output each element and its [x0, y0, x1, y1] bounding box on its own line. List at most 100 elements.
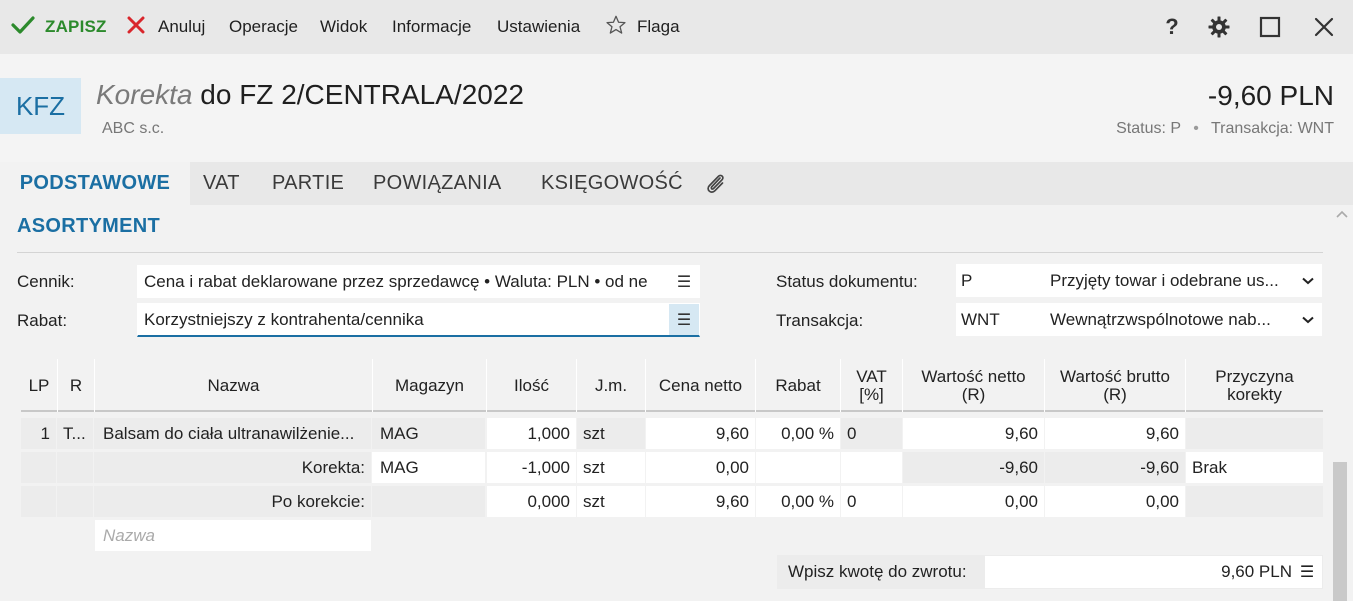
cell-lp [21, 486, 56, 517]
cell-ilosc[interactable]: -1,000 [487, 452, 576, 483]
close-icon[interactable] [1309, 0, 1339, 54]
cell-ilosc[interactable]: 1,000 [487, 418, 576, 449]
gear-icon[interactable] [1204, 0, 1234, 54]
cell-vat[interactable] [841, 452, 902, 483]
paperclip-icon[interactable] [703, 162, 729, 205]
grid-header: LP R Nazwa Magazyn Ilość J.m. Cena netto… [21, 359, 1323, 412]
cell-jm[interactable]: szt [577, 452, 645, 483]
cell-wartosc-brutto: -9,60 [1045, 452, 1185, 483]
column-header-jm[interactable]: J.m. [576, 359, 645, 412]
cell-ilosc[interactable]: 0,000 [487, 486, 576, 517]
cancel-button[interactable]: Anuluj [126, 0, 205, 54]
separator-dot: • [1193, 120, 1199, 137]
cell-przyczyna[interactable]: Brak [1186, 452, 1323, 483]
status-dokumentu-select[interactable]: P Przyjęty towar i odebrane us... [956, 264, 1322, 297]
cell-jm[interactable]: szt [577, 486, 645, 517]
column-header-cena-netto[interactable]: Cena netto [645, 359, 755, 412]
chevron-up-icon[interactable] [1335, 206, 1349, 222]
cell-wartosc-brutto[interactable]: 0,00 [1045, 486, 1185, 517]
refund-amount-row: Wpisz kwotę do zwrotu: 9,60 PLN ☰ [777, 555, 1323, 589]
cennik-field[interactable]: Cena i rabat deklarowane przez sprzedawc… [137, 265, 700, 298]
tab-powiazania[interactable]: POWIĄZANIA [373, 162, 502, 205]
hamburger-icon[interactable]: ☰ [669, 304, 699, 335]
tab-ksiegowosc[interactable]: KSIĘGOWOŚĆ [541, 162, 683, 205]
cell-wartosc-brutto[interactable]: 9,60 [1045, 418, 1185, 449]
document-amount: -9,60 PLN [1207, 80, 1334, 111]
column-header-lp[interactable]: LP [21, 359, 57, 412]
cell-wartosc-netto: -9,60 [903, 452, 1044, 483]
rabat-field[interactable]: Korzystniejszy z kontrahenta/cennika ☰ [137, 303, 700, 337]
transakcja-code: WNT [961, 309, 1000, 329]
column-header-nazwa[interactable]: Nazwa [94, 359, 372, 412]
cancel-label: Anuluj [158, 17, 206, 36]
refund-label: Wpisz kwotę do zwrotu: [788, 562, 967, 581]
settings-menu[interactable]: Ustawienia [497, 0, 580, 54]
cell-wartosc-netto[interactable]: 9,60 [903, 418, 1044, 449]
tab-vat[interactable]: VAT [203, 162, 240, 205]
document-kind: Korekta [96, 79, 193, 110]
cell-nazwa: Po korekcie: [94, 486, 371, 517]
table-row[interactable]: Po korekcie: 0,000 szt 9,60 0,00 % 0 0,0… [21, 485, 1323, 518]
column-header-wartosc-brutto-line1: Wartość brutto [1060, 366, 1170, 386]
column-header-r[interactable]: R [57, 359, 94, 412]
checkmark-icon [11, 15, 35, 40]
column-header-wartosc-brutto-line2: (R) [1103, 384, 1127, 404]
hamburger-icon[interactable]: ☰ [669, 266, 699, 297]
rabat-label: Rabat: [17, 311, 68, 330]
column-header-przyczyna-line1: Przyczyna [1215, 366, 1294, 386]
transaction-value: WNT [1297, 120, 1334, 137]
cell-przyczyna [1186, 486, 1323, 517]
tab-podstawowe[interactable]: PODSTAWOWE [0, 162, 190, 205]
transaction-label: Transakcja: [1211, 120, 1294, 137]
cell-magazyn[interactable]: MAG [372, 452, 485, 483]
status-code: P [961, 270, 973, 290]
cell-jm[interactable]: szt [577, 418, 645, 449]
cell-przyczyna[interactable] [1186, 418, 1323, 449]
star-icon [605, 14, 627, 41]
hamburger-icon[interactable]: ☰ [1292, 562, 1322, 582]
table-row[interactable]: 1 T... Balsam do ciała ultranawilżenie..… [21, 417, 1323, 450]
save-button[interactable]: ZAPISZ [11, 0, 107, 54]
cell-cena-netto[interactable]: 0,00 [646, 452, 755, 483]
cell-wartosc-netto[interactable]: 0,00 [903, 486, 1044, 517]
column-header-vat[interactable]: VAT [%] [840, 359, 902, 412]
tab-partie[interactable]: PARTIE [272, 162, 344, 205]
cell-rabat[interactable]: 0,00 % [756, 418, 840, 449]
cell-lp [21, 452, 56, 483]
view-menu[interactable]: Widok [320, 0, 367, 54]
column-header-ilosc[interactable]: Ilość [486, 359, 576, 412]
transakcja-select[interactable]: WNT Wewnątrzwspólnotowe nab... [956, 303, 1322, 336]
transakcja-description: Wewnątrzwspólnotowe nab... [1050, 309, 1271, 329]
cell-magazyn[interactable]: MAG [372, 418, 485, 449]
info-menu[interactable]: Informacje [392, 0, 471, 54]
column-header-rabat[interactable]: Rabat [755, 359, 840, 412]
column-header-vat-line2: [%] [859, 384, 884, 404]
operations-menu[interactable]: Operacje [229, 0, 298, 54]
cell-cena-netto[interactable]: 9,60 [646, 418, 755, 449]
vertical-scrollbar[interactable] [1333, 462, 1347, 601]
status-label: Status: [1116, 120, 1166, 137]
cell-cena-netto[interactable]: 9,60 [646, 486, 755, 517]
help-button[interactable]: ? [1157, 0, 1187, 54]
status-dokumentu-label: Status dokumentu: [776, 272, 918, 291]
transakcja-label: Transakcja: [776, 311, 864, 330]
cell-vat[interactable]: 0 [841, 486, 902, 517]
column-header-magazyn[interactable]: Magazyn [372, 359, 486, 412]
column-header-przyczyna-line2: korekty [1227, 384, 1282, 404]
maximize-icon[interactable] [1255, 0, 1285, 54]
cell-nazwa[interactable]: Balsam do ciała ultranawilżenie... [94, 418, 371, 449]
column-header-przyczyna-korekty[interactable]: Przyczyna korekty [1185, 359, 1323, 412]
table-row[interactable]: Korekta: MAG -1,000 szt 0,00 -9,60 -9,60… [21, 451, 1323, 484]
column-header-wartosc-brutto[interactable]: Wartość brutto (R) [1044, 359, 1185, 412]
cell-vat[interactable]: 0 [841, 418, 902, 449]
cell-rabat[interactable]: 0,00 % [756, 486, 840, 517]
refund-amount-field[interactable]: 9,60 PLN ☰ [985, 556, 1322, 588]
cell-rabat[interactable] [756, 452, 840, 483]
flag-button[interactable]: Flaga [605, 0, 680, 54]
column-header-wartosc-netto[interactable]: Wartość netto (R) [902, 359, 1044, 412]
column-header-wartosc-netto-line2: (R) [961, 384, 986, 404]
flag-label: Flaga [637, 17, 680, 36]
section-title: ASORTYMENT [17, 215, 160, 237]
column-header-wartosc-netto-line1: Wartość netto [921, 366, 1026, 386]
new-item-name-input[interactable]: Nazwa [95, 520, 371, 551]
